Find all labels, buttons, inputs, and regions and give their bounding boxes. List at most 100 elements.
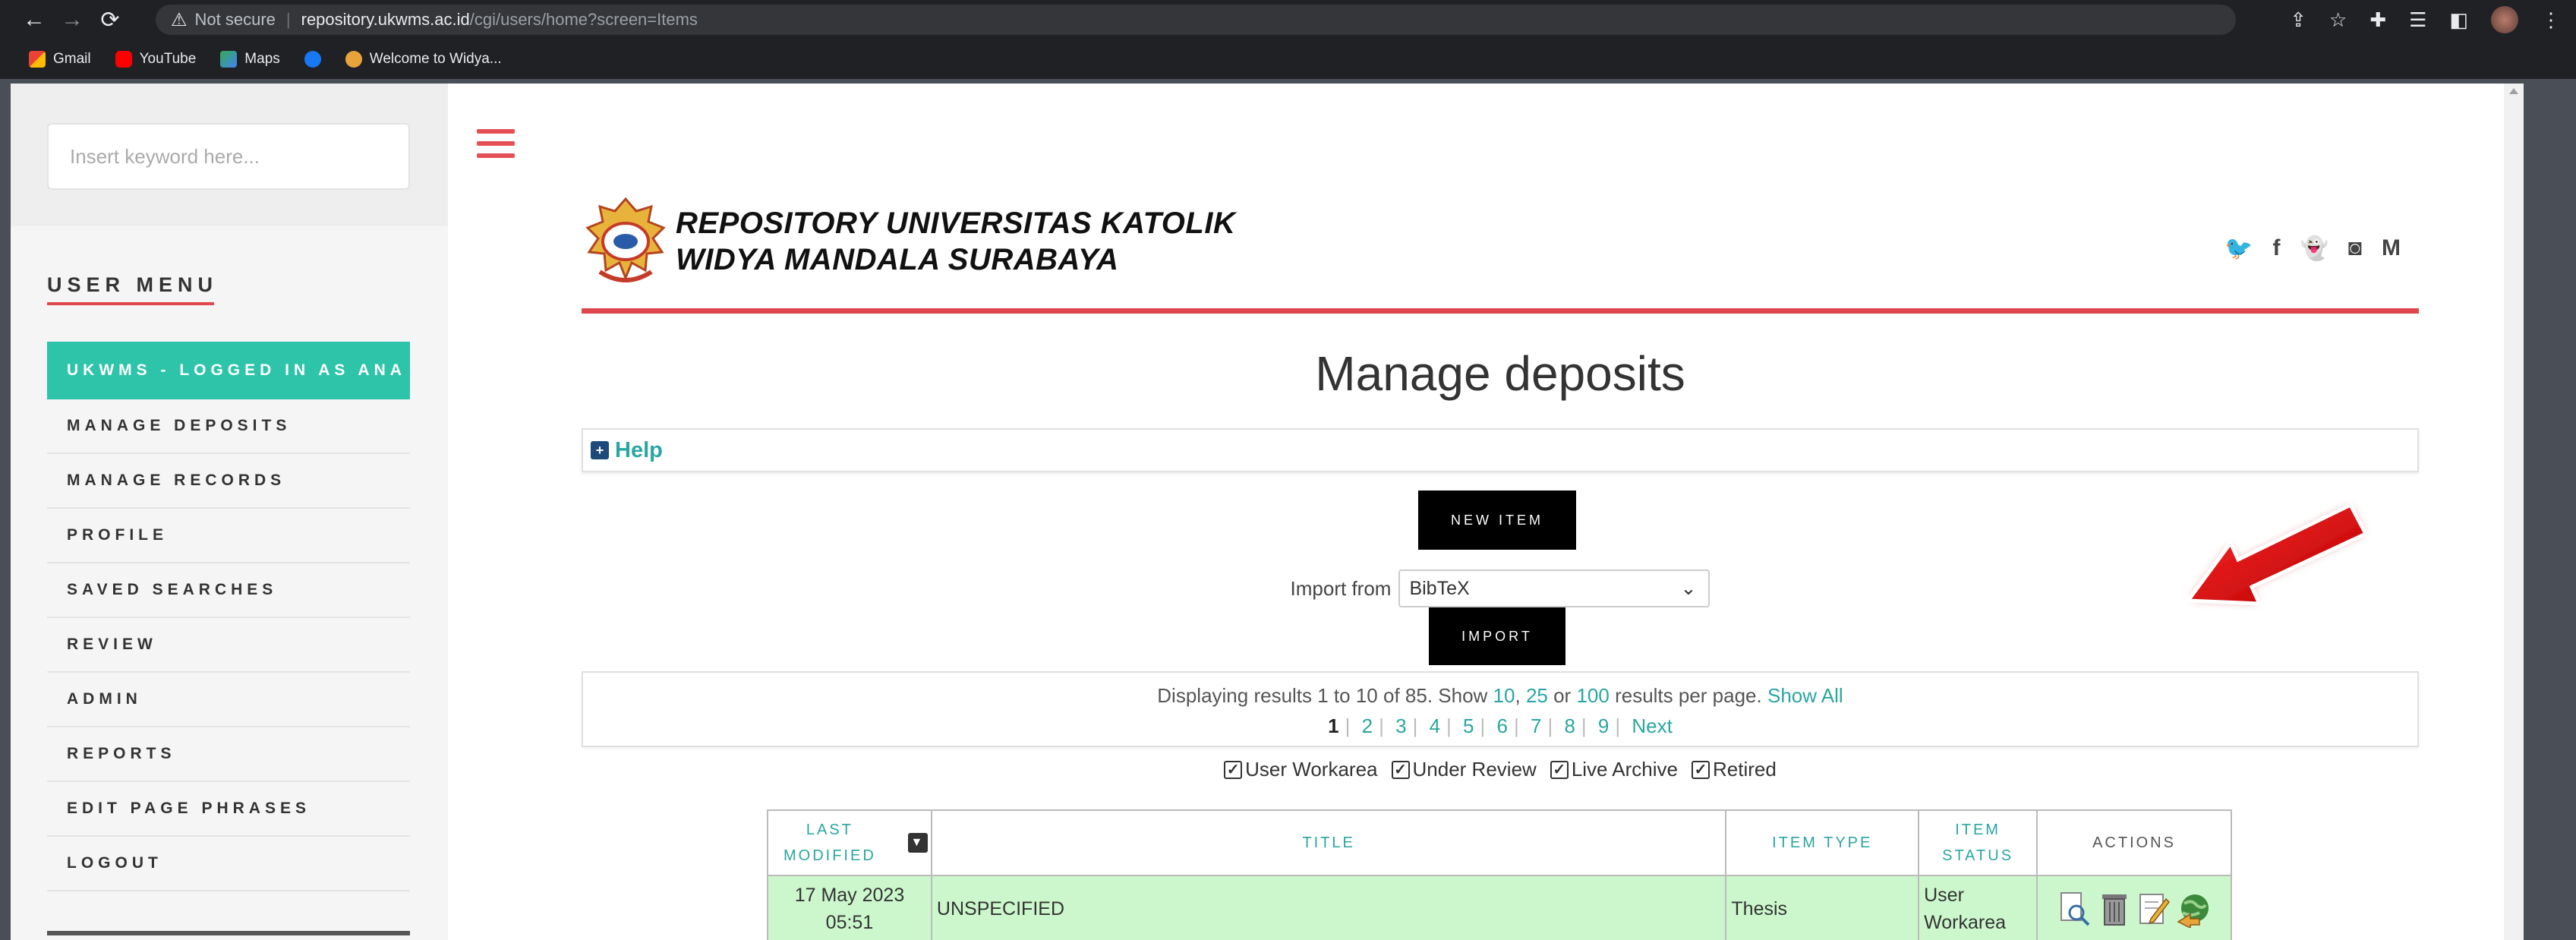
forward-icon[interactable]: → (53, 7, 91, 33)
menu-title-underline (47, 302, 214, 305)
address-bar[interactable]: ⚠ Not secure | repository.ukwms.ac.id/cg… (156, 5, 2236, 35)
page-link[interactable]: 8 (1564, 714, 1575, 737)
cell-item-status: User Workarea (1918, 875, 2038, 940)
youtube-icon (115, 51, 132, 68)
per-page-25-link[interactable]: 25 (1526, 684, 1548, 707)
col-item-status[interactable]: ITEM STATUS (1918, 809, 2038, 876)
delete-trash-icon[interactable] (2098, 890, 2131, 928)
menu-item-logged-in[interactable]: UKWMS - LOGGED IN AS ANA (47, 342, 410, 399)
col-title[interactable]: TITLE (930, 809, 1727, 876)
snapchat-icon[interactable]: 👻 (2300, 235, 2328, 262)
cell-actions (2036, 875, 2232, 940)
view-icon[interactable] (2058, 890, 2092, 928)
checkbox-checked-icon[interactable]: ✓ (1224, 760, 1243, 779)
menu-item-manage-records[interactable]: MANAGE RECORDS (47, 454, 410, 509)
url-path: /cgi/users/home?screen=Items (469, 10, 698, 29)
extensions-icon[interactable]: ✚ (2369, 8, 2386, 32)
cell-title[interactable]: UNSPECIFIED (930, 875, 1727, 940)
security-label: Not secure (194, 10, 276, 29)
col-item-type[interactable]: ITEM TYPE (1725, 809, 1920, 876)
url-host: repository.ukwms.ac.id (301, 10, 470, 29)
filter-under-review[interactable]: ✓ Under Review (1391, 758, 1537, 781)
table-row: 17 May 2023 05:51 UNSPECIFIED Thesis Use… (767, 875, 2232, 940)
cell-item-type: Thesis (1725, 875, 1920, 940)
page-link[interactable]: 4 (1430, 714, 1440, 737)
bookmark-star-icon[interactable]: ☆ (2329, 8, 2347, 32)
bookmarks-bar: Gmail YouTube Maps Welcome to Widya... (0, 39, 2576, 79)
sort-desc-icon[interactable]: ▼ (907, 833, 928, 853)
facebook-icon (304, 51, 321, 68)
deposit-globe-icon[interactable] (2177, 890, 2210, 928)
menu-item-logout[interactable]: LOGOUT (47, 837, 410, 891)
web-page: USER MENU UKWMS - LOGGED IN AS ANA MANAG… (11, 84, 2524, 940)
profile-avatar[interactable] (2491, 6, 2518, 33)
status-filters: ✓ User Workarea ✓ Under Review ✓ Live Archi… (582, 758, 2419, 781)
menu-item-review[interactable]: REVIEW (47, 618, 410, 673)
browser-actions: ⇪ ☆ ✚ ☰ ◧ ⋮ (2290, 6, 2561, 33)
back-icon[interactable]: ← (15, 7, 53, 33)
hamburger-menu-icon[interactable] (477, 129, 515, 166)
help-toggle-icon[interactable]: + (591, 441, 609, 459)
bookmark-youtube[interactable]: YouTube (115, 51, 196, 68)
instagram-icon[interactable]: ◙ (2348, 235, 2362, 262)
sidebar: USER MENU UKWMS - LOGGED IN AS ANA MANAG… (11, 84, 448, 940)
twitter-icon[interactable]: 🐦 (2224, 235, 2253, 262)
cell-last-modified: 17 May 2023 05:51 (767, 875, 932, 940)
menu-item-manage-deposits[interactable]: MANAGE DEPOSITS (47, 399, 410, 454)
checkbox-checked-icon[interactable]: ✓ (1391, 760, 1410, 779)
col-actions: ACTIONS (2036, 809, 2232, 876)
social-links: 🐦 f 👻 ◙ M (2224, 235, 2401, 262)
user-menu-title: USER MENU (47, 273, 219, 296)
page-link[interactable]: 3 (1395, 714, 1406, 737)
bookmark-maps[interactable]: Maps (220, 51, 280, 68)
university-logo (585, 197, 666, 282)
warning-icon: ⚠ (171, 9, 188, 30)
medium-icon[interactable]: M (2382, 235, 2401, 262)
page-link[interactable]: 7 (1531, 714, 1541, 737)
side-panel-icon[interactable]: ◧ (2449, 8, 2468, 32)
bookmark-widya[interactable]: Welcome to Widya... (345, 51, 502, 68)
page-link[interactable]: 6 (1497, 714, 1508, 737)
deposits-table: LAST MODIFIED ▼ TITLE ITEM TYPE ITEM STAT… (767, 809, 2232, 940)
filter-retired[interactable]: ✓ Retired (1692, 758, 1777, 781)
facebook-icon[interactable]: f (2273, 235, 2281, 262)
edit-icon[interactable] (2137, 890, 2171, 928)
import-button[interactable]: IMPORT (1429, 607, 1565, 665)
reading-list-icon[interactable]: ☰ (2409, 8, 2426, 32)
import-format-select[interactable]: BibTeX ⌄ (1398, 569, 1711, 607)
col-last-modified[interactable]: LAST MODIFIED ▼ (767, 809, 932, 876)
help-panel: + Help (582, 428, 2419, 472)
menu-item-admin[interactable]: ADMIN (47, 673, 410, 727)
checkbox-checked-icon[interactable]: ✓ (1550, 760, 1569, 779)
search-input[interactable] (47, 123, 410, 190)
page-link[interactable]: 2 (1362, 714, 1373, 737)
menu-kebab-icon[interactable]: ⋮ (2541, 8, 2561, 32)
page-link[interactable]: 5 (1463, 714, 1474, 737)
per-page-10-link[interactable]: 10 (1493, 684, 1515, 707)
bookmark-gmail[interactable]: Gmail (29, 51, 91, 68)
menu-item-profile[interactable]: PROFILE (47, 509, 410, 563)
menu-item-reports[interactable]: REPORTS (47, 727, 410, 782)
per-page-100-link[interactable]: 100 (1576, 684, 1609, 707)
reload-icon[interactable]: ⟳ (91, 7, 129, 33)
menu-item-saved-searches[interactable]: SAVED SEARCHES (47, 563, 410, 618)
chevron-down-icon: ⌄ (1680, 578, 1697, 599)
show-all-link[interactable]: Show All (1767, 684, 1843, 707)
site-brand[interactable]: REPOSITORY UNIVERSITAS KATOLIK WIDYA MAN… (676, 205, 1235, 278)
screen: ← → ⟳ ⚠ Not secure | repository.ukwms.ac… (0, 0, 2576, 940)
results-summary: Displaying results 1 to 10 of 85. Show 1… (582, 671, 2419, 747)
page-link[interactable]: 9 (1598, 714, 1609, 737)
help-link[interactable]: Help (615, 438, 663, 463)
filter-live-archive[interactable]: ✓ Live Archive (1550, 758, 1678, 781)
checkbox-checked-icon[interactable]: ✓ (1692, 760, 1710, 779)
scroll-up-icon[interactable] (2509, 88, 2518, 94)
menu-item-edit-page-phrases[interactable]: EDIT PAGE PHRASES (47, 782, 410, 837)
bookmark-facebook[interactable] (304, 51, 321, 68)
new-item-button[interactable]: NEW ITEM (1418, 491, 1576, 550)
vertical-scrollbar[interactable] (2504, 84, 2524, 940)
user-menu: UKWMS - LOGGED IN AS ANA MANAGE DEPOSITS… (47, 342, 410, 891)
filter-user-workarea[interactable]: ✓ User Workarea (1224, 758, 1378, 781)
next-page-link[interactable]: Next (1632, 714, 1672, 737)
widya-icon (345, 51, 362, 68)
share-icon[interactable]: ⇪ (2290, 8, 2306, 32)
